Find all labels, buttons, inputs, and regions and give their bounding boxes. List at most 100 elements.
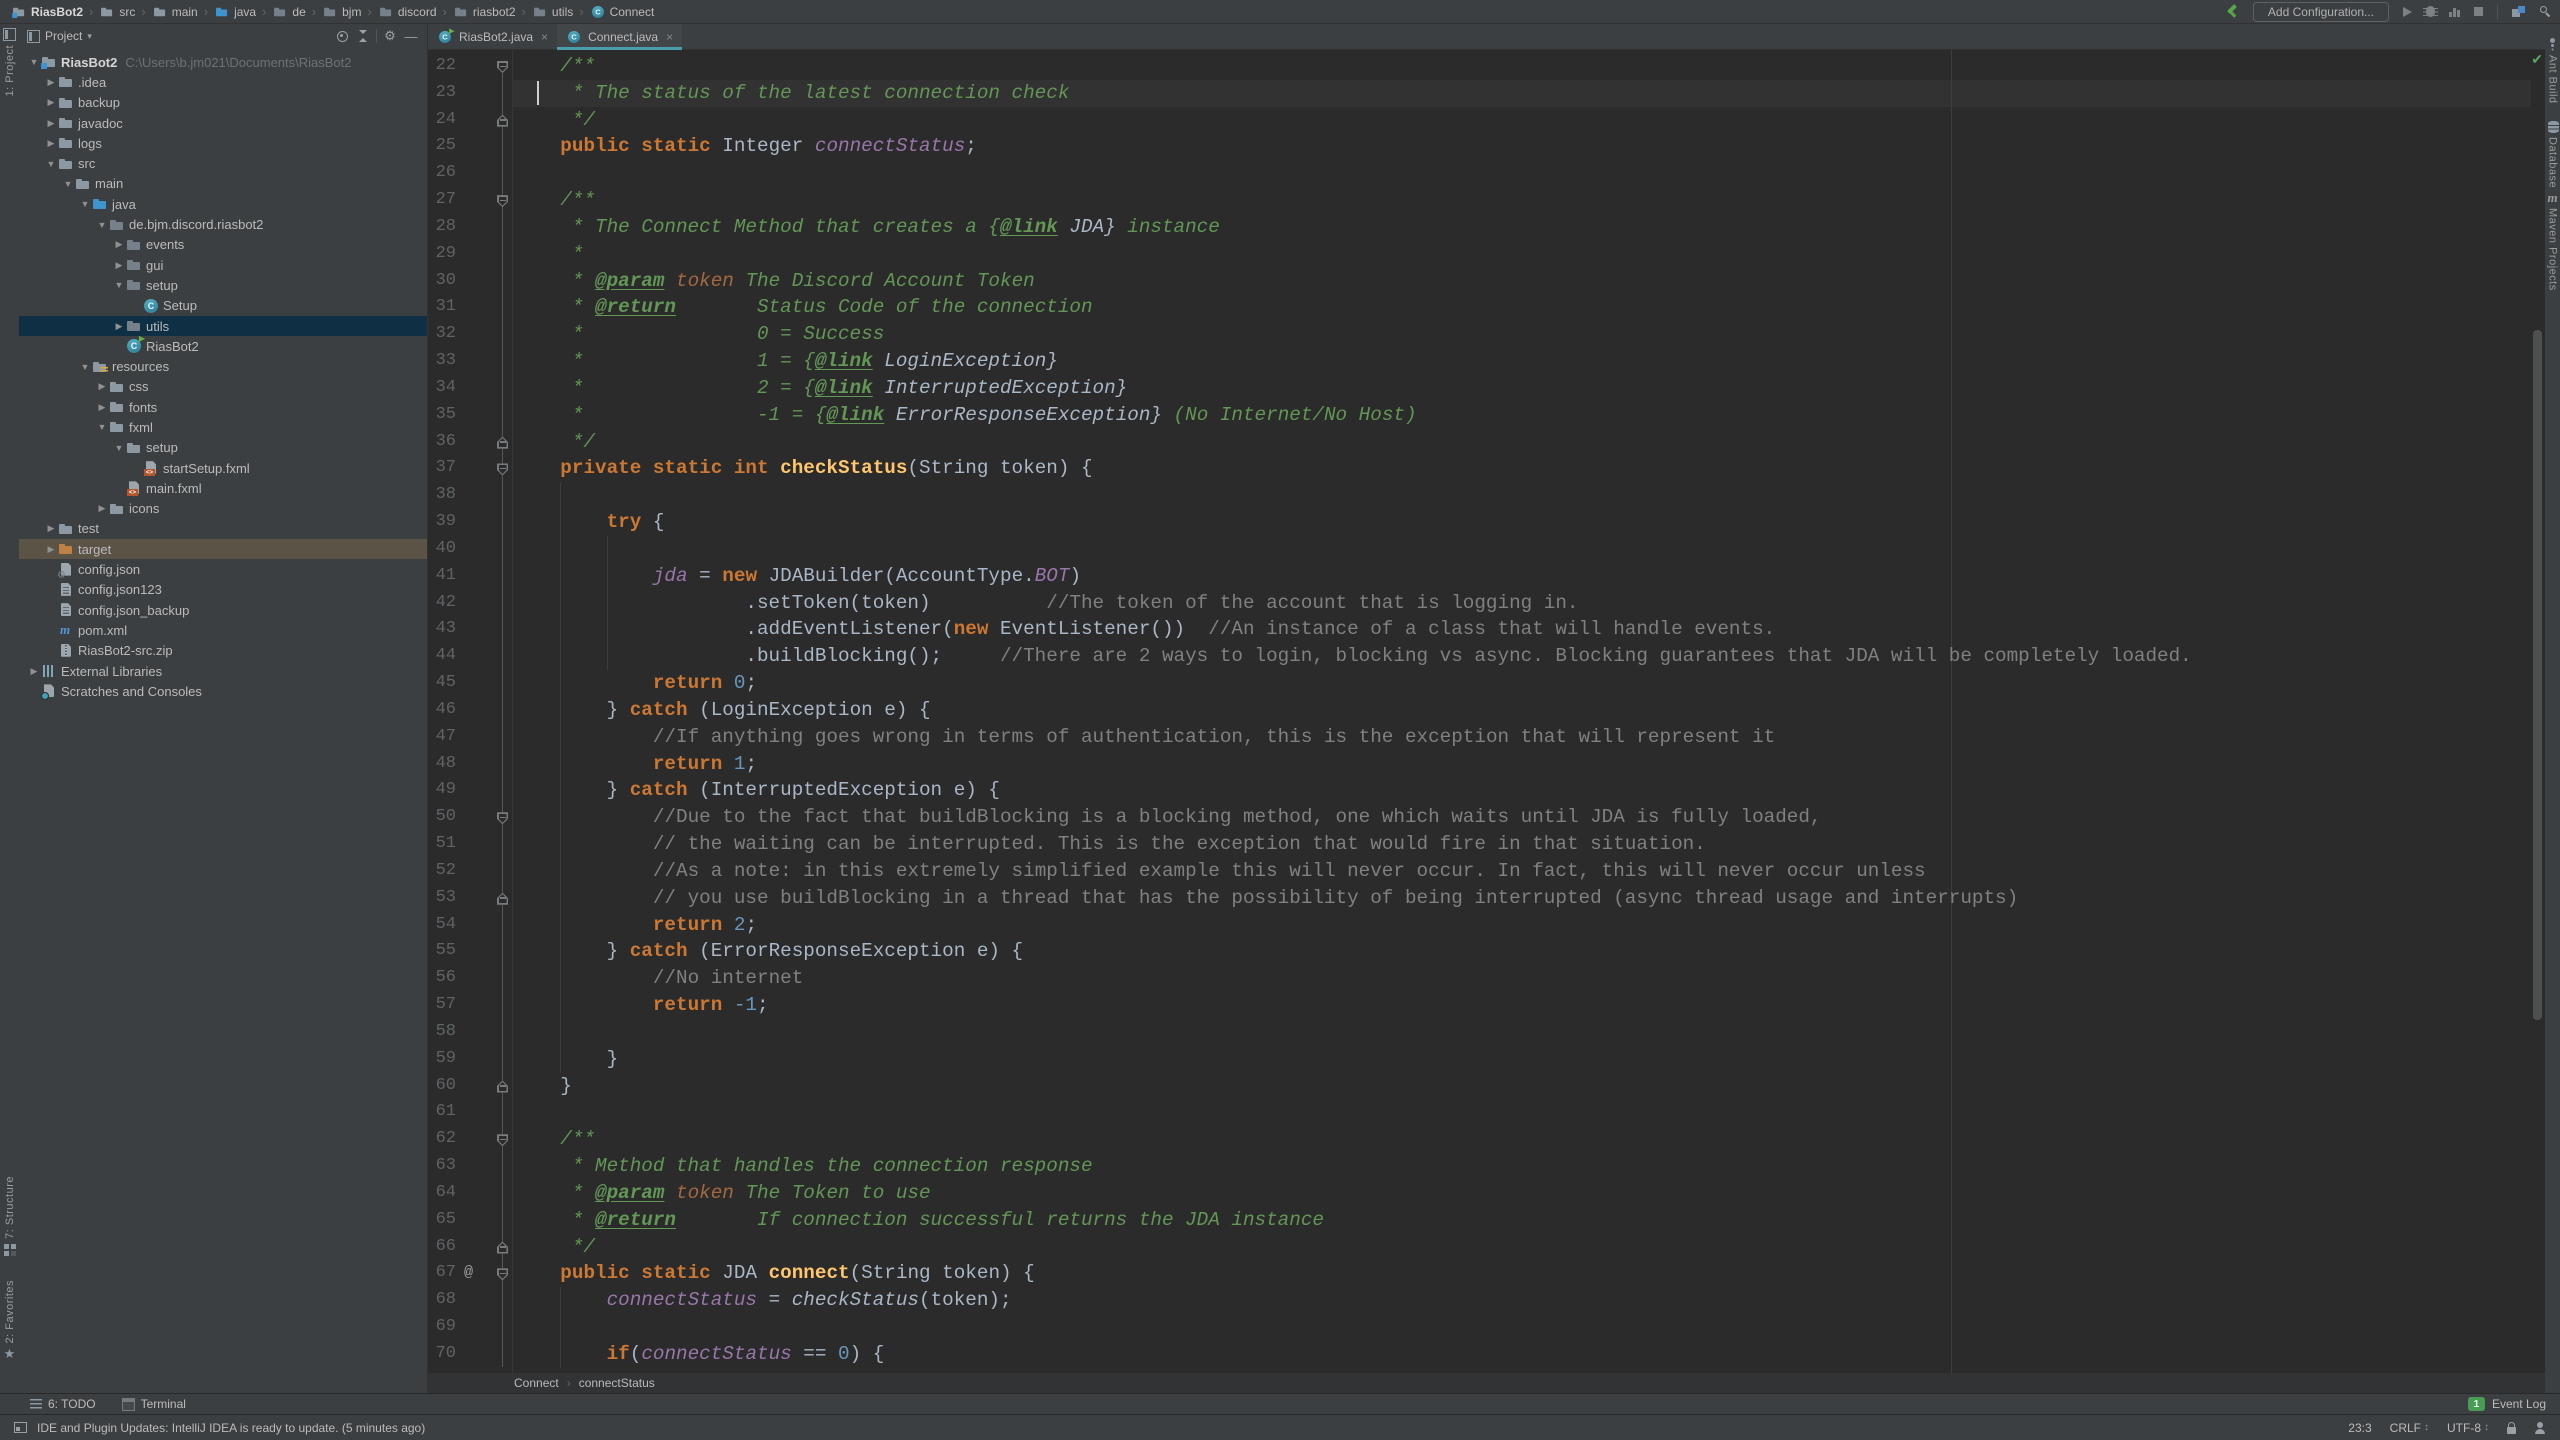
breadcrumb-item-java[interactable]: java bbox=[211, 4, 259, 20]
fold-collapse-icon[interactable] bbox=[497, 463, 508, 475]
breadcrumb-item-main[interactable]: main bbox=[149, 4, 201, 20]
tree-item-target[interactable]: ▶target bbox=[19, 539, 427, 559]
code-line[interactable]: } bbox=[514, 1046, 618, 1073]
hide-panel-icon[interactable]: — bbox=[403, 28, 419, 44]
code-line[interactable]: } bbox=[514, 1073, 572, 1100]
line-number[interactable]: 25 bbox=[428, 133, 456, 160]
fold-collapse-icon[interactable] bbox=[497, 1134, 508, 1146]
line-ending-selector[interactable]: CRLF↕ bbox=[2390, 1421, 2429, 1435]
build-project-icon[interactable] bbox=[2225, 5, 2239, 19]
line-number[interactable]: 67 bbox=[428, 1260, 456, 1287]
line-number[interactable]: 70 bbox=[428, 1341, 456, 1368]
code-line[interactable]: return 1; bbox=[514, 751, 757, 778]
line-number[interactable]: 30 bbox=[428, 268, 456, 295]
line-number[interactable]: 49 bbox=[428, 777, 456, 804]
line-number[interactable]: 58 bbox=[428, 1019, 456, 1046]
tree-item-Setup[interactable]: CSetup bbox=[19, 296, 427, 316]
search-everywhere-icon[interactable] bbox=[2539, 5, 2552, 18]
code-line[interactable]: * Method that handles the connection res… bbox=[514, 1153, 1093, 1180]
chevron-expanded-icon[interactable]: ▼ bbox=[112, 443, 126, 453]
restore-windows-icon[interactable] bbox=[2512, 6, 2525, 18]
chevron-collapsed-icon[interactable]: ▶ bbox=[112, 260, 126, 271]
toolwindow-toggle-icon[interactable] bbox=[14, 1422, 27, 1433]
code-line[interactable]: public static JDA connect(String token) … bbox=[514, 1260, 1035, 1287]
line-number[interactable]: 27 bbox=[428, 187, 456, 214]
line-number[interactable]: 41 bbox=[428, 563, 456, 590]
line-number[interactable]: 37 bbox=[428, 455, 456, 482]
code-line[interactable]: * 1 = {@link LoginException} bbox=[514, 348, 1058, 375]
chevron-expanded-icon[interactable]: ▼ bbox=[95, 422, 109, 432]
tree-item-config.json_backup[interactable]: config.json_backup bbox=[19, 600, 427, 620]
close-tab-icon[interactable]: × bbox=[666, 30, 673, 44]
tree-item-main[interactable]: ▼main bbox=[19, 174, 427, 194]
breadcrumb-item-RiasBot2[interactable]: RiasBot2 bbox=[8, 4, 86, 20]
tool-button-structure[interactable]: 7: Structure bbox=[0, 1176, 19, 1256]
tree-item-logs[interactable]: ▶logs bbox=[19, 133, 427, 153]
tool-button-todo[interactable]: 6: TODO bbox=[30, 1397, 96, 1411]
code-line[interactable]: .addEventListener(new EventListener()) /… bbox=[514, 616, 1775, 643]
line-number[interactable]: 59 bbox=[428, 1046, 456, 1073]
tree-item-RiasBot2-src.zip[interactable]: RiasBot2-src.zip bbox=[19, 641, 427, 661]
chevron-collapsed-icon[interactable]: ▶ bbox=[44, 523, 58, 534]
line-number[interactable]: 54 bbox=[428, 912, 456, 939]
breadcrumb-item-src[interactable]: src bbox=[96, 4, 138, 20]
line-number[interactable]: 62 bbox=[428, 1126, 456, 1153]
tree-item-icons[interactable]: ▶icons bbox=[19, 499, 427, 519]
code-line[interactable]: } catch (LoginException e) { bbox=[514, 697, 931, 724]
tree-item-main.fxml[interactable]: <>main.fxml bbox=[19, 478, 427, 498]
run-icon[interactable] bbox=[2403, 7, 2412, 17]
tool-button-database[interactable]: Database bbox=[2545, 121, 2560, 188]
editor-tab-RiasBot2.java[interactable]: C▶RiasBot2.java× bbox=[428, 24, 557, 49]
line-number[interactable]: 23 bbox=[428, 80, 456, 107]
chevron-collapsed-icon[interactable]: ▶ bbox=[95, 503, 109, 514]
line-number[interactable]: 39 bbox=[428, 509, 456, 536]
tree-item-RiasBot2[interactable]: ▼RiasBot2C:\Users\b.jm021\Documents\Rias… bbox=[19, 52, 427, 72]
chevron-collapsed-icon[interactable]: ▶ bbox=[44, 544, 58, 555]
line-number[interactable]: 56 bbox=[428, 965, 456, 992]
lock-icon[interactable] bbox=[2507, 1427, 2516, 1434]
project-panel-title[interactable]: Project bbox=[45, 29, 82, 43]
tree-item-java[interactable]: ▼java bbox=[19, 194, 427, 214]
tree-item-gui[interactable]: ▶gui bbox=[19, 255, 427, 275]
line-number[interactable]: 28 bbox=[428, 214, 456, 241]
tool-button-terminal[interactable]: Terminal bbox=[122, 1397, 186, 1411]
code-line[interactable]: * -1 = {@link ErrorResponseException} (N… bbox=[514, 402, 1417, 429]
breadcrumb-item-discord[interactable]: discord bbox=[375, 4, 440, 20]
chevron-expanded-icon[interactable]: ▼ bbox=[44, 159, 58, 169]
code-line[interactable]: jda = new JDABuilder(AccountType.BOT) bbox=[514, 563, 1081, 590]
chevron-expanded-icon[interactable]: ▼ bbox=[95, 220, 109, 230]
profiler-icon[interactable] bbox=[2449, 6, 2460, 17]
code-line[interactable]: * @return If connection successful retur… bbox=[514, 1207, 1324, 1234]
tree-item-fonts[interactable]: ▶fonts bbox=[19, 397, 427, 417]
line-number[interactable]: 44 bbox=[428, 643, 456, 670]
tree-item-resources[interactable]: ▼resources bbox=[19, 356, 427, 376]
chevron-collapsed-icon[interactable]: ▶ bbox=[112, 321, 126, 332]
tree-item-test[interactable]: ▶test bbox=[19, 519, 427, 539]
tool-button-event-log[interactable]: 1 Event Log bbox=[2468, 1397, 2546, 1411]
line-number[interactable]: 29 bbox=[428, 241, 456, 268]
close-tab-icon[interactable]: × bbox=[541, 30, 548, 44]
gear-icon[interactable]: ⚙ bbox=[382, 28, 398, 44]
tree-item-config.json123[interactable]: config.json123 bbox=[19, 580, 427, 600]
line-number[interactable]: 34 bbox=[428, 375, 456, 402]
line-number[interactable]: 48 bbox=[428, 751, 456, 778]
tree-item-de.bjm.discord.riasbot2[interactable]: ▼de.bjm.discord.riasbot2 bbox=[19, 214, 427, 234]
code-line[interactable]: * @return Status Code of the connection bbox=[514, 294, 1093, 321]
chevron-collapsed-icon[interactable]: ▶ bbox=[95, 402, 109, 413]
breadcrumb-item-bjm[interactable]: bjm bbox=[319, 4, 364, 20]
tree-item-RiasBot2[interactable]: C▶RiasBot2 bbox=[19, 336, 427, 356]
tool-button-ant-build[interactable]: Ant Build bbox=[2545, 38, 2560, 104]
editor-scrollbar[interactable] bbox=[2533, 330, 2542, 1020]
chevron-collapsed-icon[interactable]: ▶ bbox=[44, 118, 58, 129]
code-line[interactable]: // the waiting can be interrupted. This … bbox=[514, 831, 1706, 858]
breadcrumb-item-utils[interactable]: utils bbox=[529, 4, 576, 20]
tool-button-favorites[interactable]: 2: Favorites ★ bbox=[0, 1280, 19, 1360]
tree-item-utils[interactable]: ▶utils bbox=[19, 316, 427, 336]
code-line[interactable]: //Due to the fact that buildBlocking is … bbox=[514, 804, 1822, 831]
chevron-collapsed-icon[interactable]: ▶ bbox=[44, 138, 58, 149]
code-line[interactable]: private static int checkStatus(String to… bbox=[514, 455, 1093, 482]
line-number[interactable]: 61 bbox=[428, 1099, 456, 1126]
add-configuration-button[interactable]: Add Configuration... bbox=[2253, 2, 2389, 22]
code-line[interactable]: .buildBlocking(); //There are 2 ways to … bbox=[514, 643, 2192, 670]
line-number[interactable]: 68 bbox=[428, 1287, 456, 1314]
